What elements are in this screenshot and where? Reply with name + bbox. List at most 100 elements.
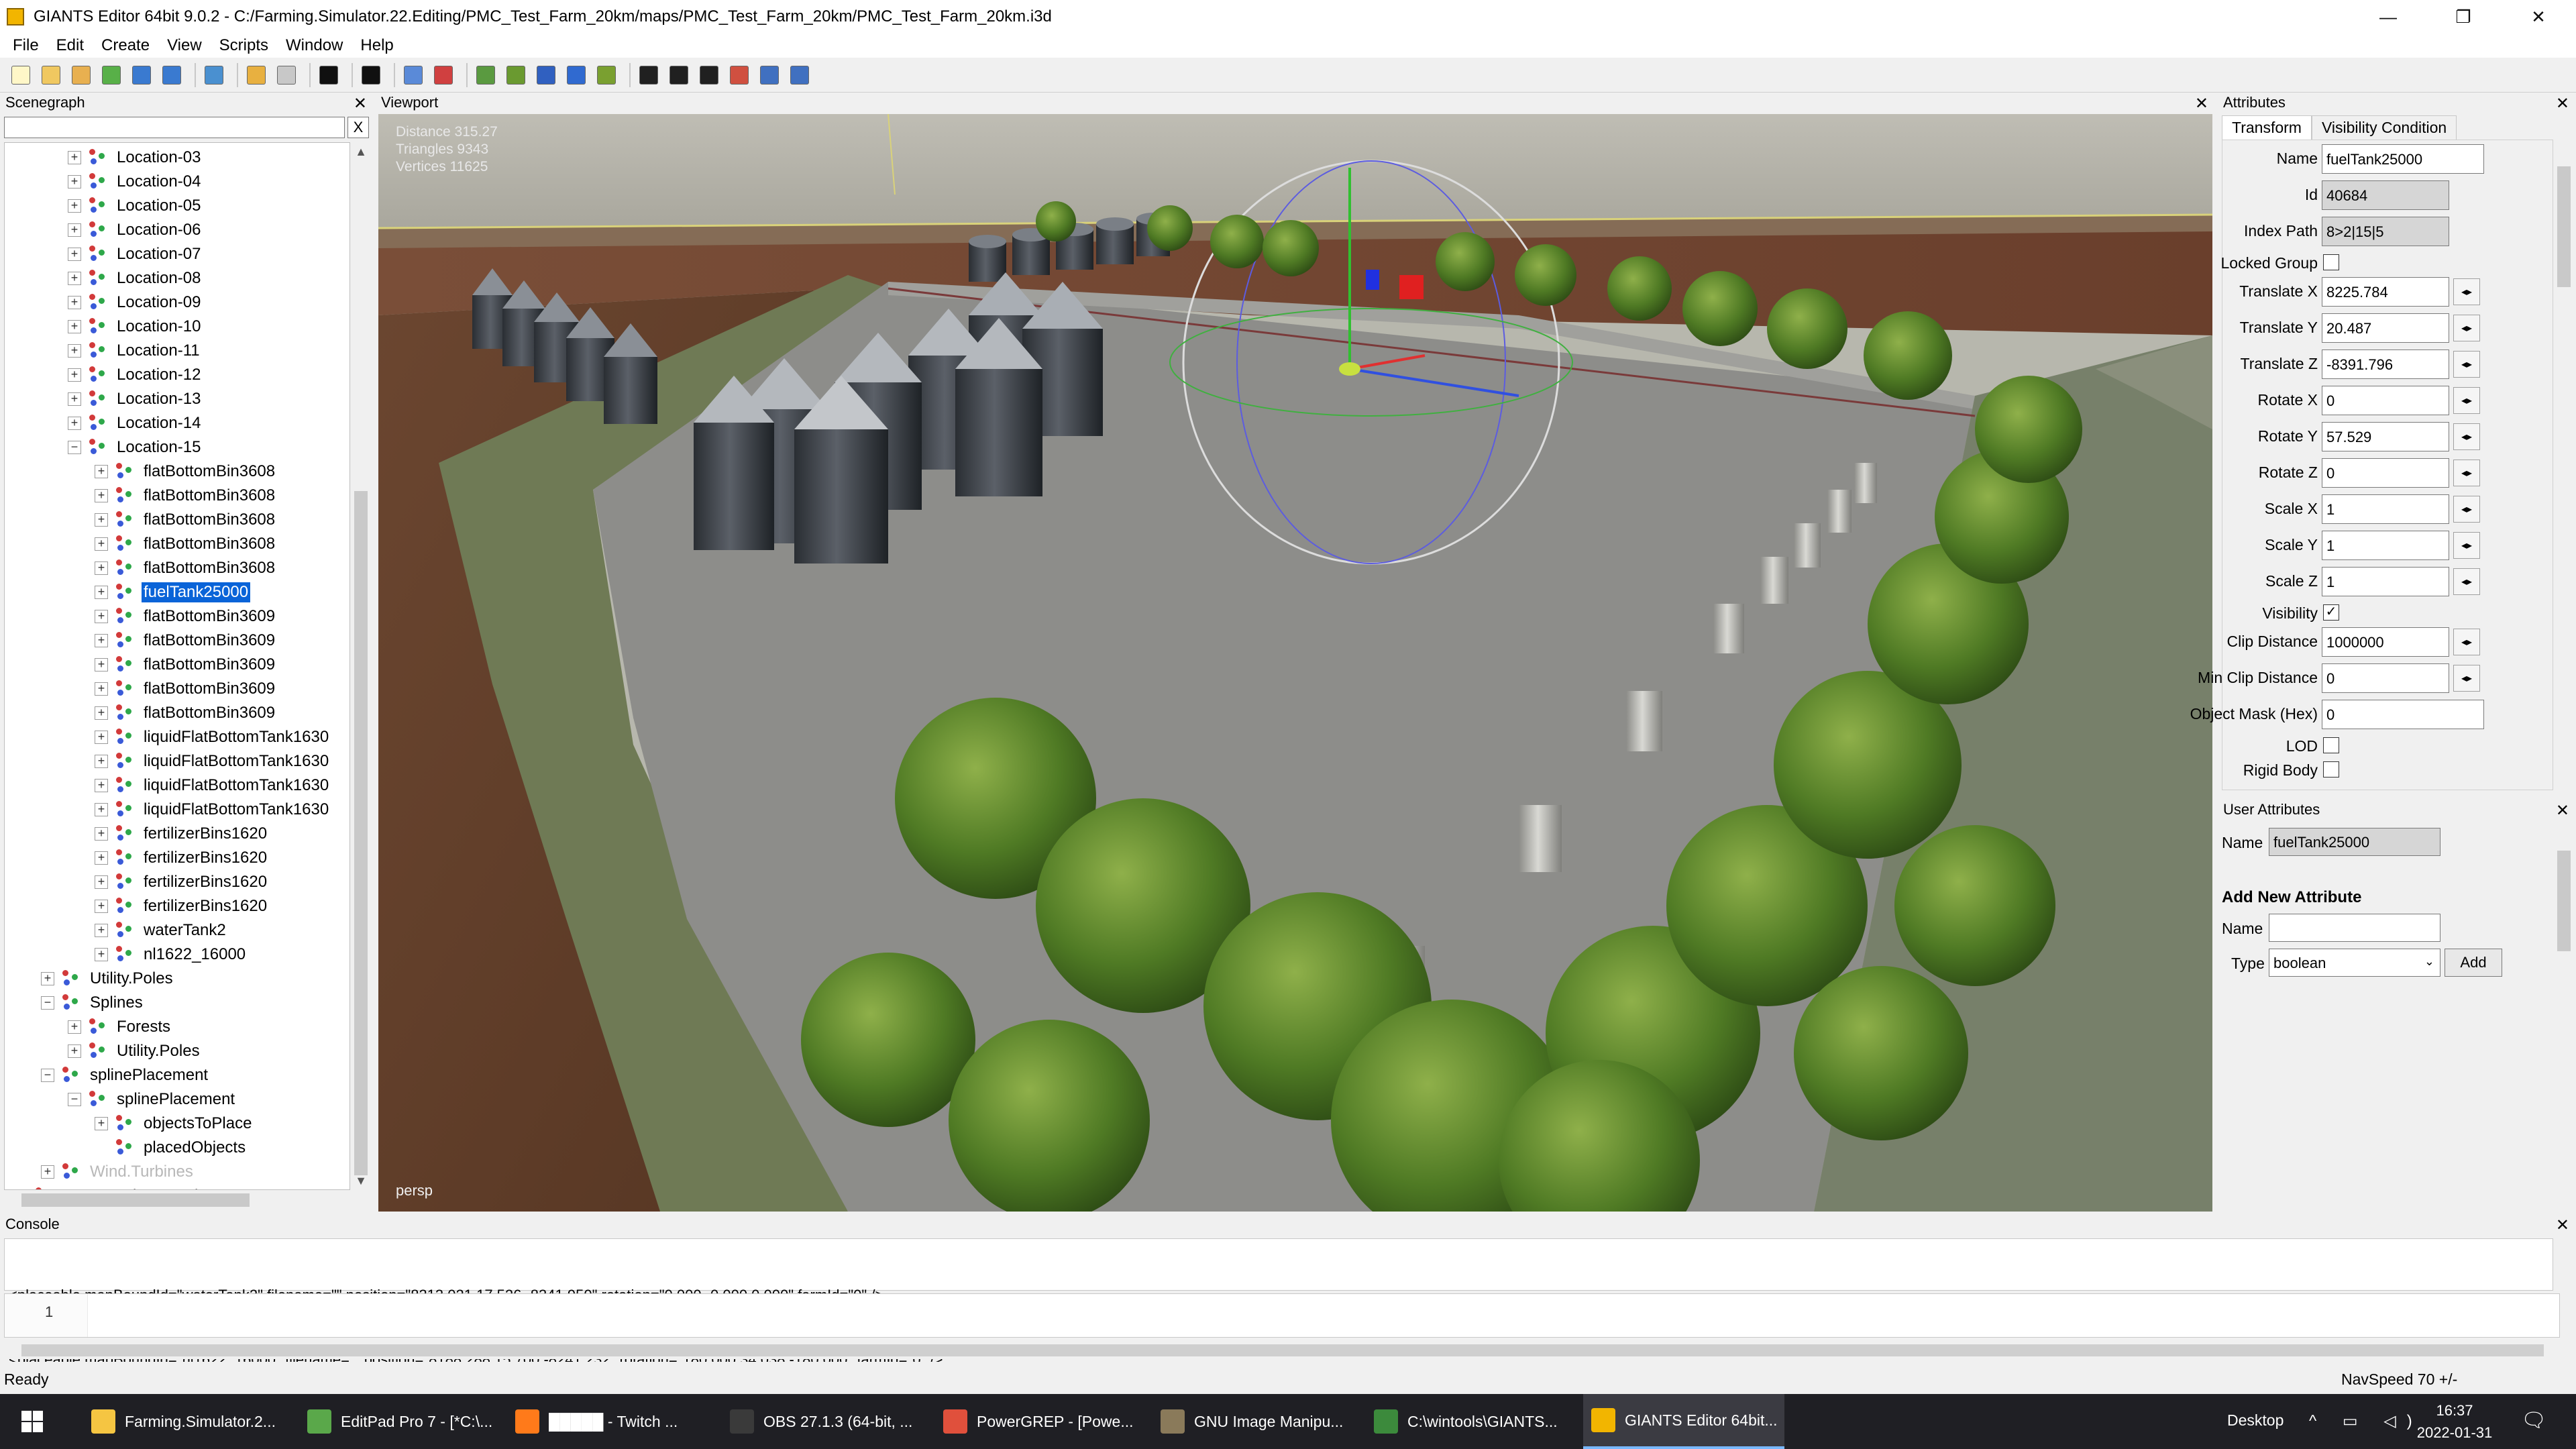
notification-icon[interactable]: 🗨 [2521,1409,2546,1432]
spinner-arrows-icon[interactable]: ◂▸ [2453,629,2480,655]
taskbar-item[interactable]: PowerGREP - [Powe... [935,1394,1136,1449]
ua-new-name-input[interactable] [2269,914,2440,942]
maximize-button[interactable]: ❐ [2426,0,2501,34]
expand-icon[interactable]: + [68,368,81,382]
collapse-icon[interactable]: − [41,996,54,1010]
object-mask-field[interactable]: 0 [2322,700,2484,729]
taskbar-item[interactable]: C:\wintools\GIANTS... [1366,1394,1567,1449]
tab-transform[interactable]: Transform [2222,115,2312,140]
tree-node[interactable]: + fertilizerBins1620 [95,894,269,918]
tree-node[interactable]: + waterTank2 [95,918,228,943]
rotate-icon[interactable] [666,62,692,88]
rotate-z-field[interactable]: 0 [2322,458,2449,488]
expand-icon[interactable]: + [95,827,108,841]
spinner-arrows-icon[interactable]: ◂▸ [2453,496,2480,523]
expand-icon[interactable]: + [68,320,81,333]
translate-y-field[interactable]: 20.487 [2322,313,2449,343]
taskbar-item[interactable]: █████ - Twitch ... [507,1394,708,1449]
clock[interactable]: 16:37 2022-01-31 [2411,1399,2498,1444]
play-icon[interactable] [316,62,341,88]
3d-viewport[interactable]: Distance 315.27 Triangles 9343 Vertices … [378,114,2212,1212]
scroll-thumb[interactable] [2557,166,2571,287]
tree-node[interactable]: + liquidFlatBottomTank1630 [95,725,331,749]
tree-node[interactable]: + fertilizerBins1620 [95,870,269,894]
expand-icon[interactable]: + [95,561,108,575]
tree-node[interactable]: + Location-10 [68,315,203,339]
spinner-arrows-icon[interactable]: ◂▸ [2453,665,2480,692]
save-icon[interactable] [129,62,154,88]
rotate-x-field[interactable]: 0 [2322,386,2449,415]
tree-icon[interactable] [594,62,619,88]
brush-icon[interactable] [533,62,559,88]
taskbar-item[interactable]: GNU Image Manipu... [1152,1394,1354,1449]
ua-type-select[interactable]: boolean ⌄ [2269,949,2440,977]
expand-icon[interactable]: + [95,465,108,478]
settings-icon[interactable] [787,62,812,88]
spinner-arrows-icon[interactable]: ◂▸ [2453,278,2480,305]
locked-group-checkbox[interactable] [2323,254,2339,270]
expand-icon[interactable]: + [95,1117,108,1130]
tree-node[interactable]: + Utility.Poles [68,1039,202,1063]
expand-icon[interactable]: + [95,900,108,913]
tree-node[interactable]: + liquidFlatBottomTank1630 [95,749,331,773]
translate-z-field[interactable]: -8391.796 [2322,350,2449,379]
tree-node[interactable]: + Location-03 [68,146,203,170]
scale-y-field[interactable]: 1 [2322,531,2449,560]
tree-node[interactable]: − splinePlacement [41,1063,210,1087]
expand-icon[interactable]: + [68,1044,81,1058]
scroll-thumb[interactable] [354,491,368,1175]
expand-icon[interactable]: + [95,706,108,720]
eye-icon[interactable] [358,62,384,88]
attributes-close-icon[interactable]: ✕ [2556,94,2569,113]
tree-node[interactable]: + Location-13 [68,387,203,411]
tree-node[interactable]: + Location-14 [68,411,203,435]
expand-icon[interactable]: + [68,175,81,189]
scenegraph-filter-clear-button[interactable]: X [347,117,369,138]
taskbar-item[interactable]: EditPad Pro 7 - [*C:\... [299,1394,494,1449]
scale-icon[interactable] [696,62,722,88]
collapse-icon[interactable]: − [68,1093,81,1106]
minimize-button[interactable]: — [2351,0,2426,34]
menu-view[interactable]: View [158,36,211,55]
console-close-icon[interactable]: ✕ [2556,1216,2569,1235]
tree-node[interactable]: + flatBottomBin3609 [95,604,277,629]
tree-node[interactable]: + Location-04 [68,170,203,194]
spinner-arrows-icon[interactable]: ◂▸ [2453,315,2480,341]
undo-icon[interactable] [244,62,269,88]
tree-node[interactable]: + Forests [68,1015,172,1039]
expand-icon[interactable]: + [95,537,108,551]
expand-icon[interactable]: + [95,658,108,672]
desktop-toolbar[interactable]: Desktop [2227,1411,2284,1430]
spinner-arrows-icon[interactable]: ◂▸ [2453,351,2480,378]
min-clip-distance-field[interactable]: 0 [2322,663,2449,693]
tree-node[interactable]: +Farm.yards.trees.done [14,1184,227,1189]
foliage-icon[interactable] [503,62,529,88]
tree-node[interactable]: + Location-09 [68,290,203,315]
tree-node[interactable]: + fertilizerBins1620 [95,822,269,846]
taskbar-item[interactable]: GIANTS Editor 64bit... [1583,1394,1784,1449]
redo-icon[interactable] [274,62,299,88]
scroll-thumb[interactable] [2557,851,2571,951]
tree-node[interactable]: + nl1622_16000 [95,943,248,967]
scenegraph-filter-input[interactable] [4,117,345,138]
expand-icon[interactable]: + [68,199,81,213]
tree-node[interactable]: + Location-06 [68,218,203,242]
tree-node[interactable]: + flatBottomBin3608 [95,508,277,532]
expand-icon[interactable]: + [95,682,108,696]
export-icon[interactable] [159,62,184,88]
tree-node[interactable]: + flatBottomBin3609 [95,701,277,725]
tree-node[interactable]: + Location-12 [68,363,203,387]
expand-icon[interactable]: + [95,924,108,937]
expand-icon[interactable]: + [68,392,81,406]
tree-node[interactable]: + fuelTank25000 [95,580,252,604]
tree-node[interactable]: + objectsToPlace [95,1112,254,1136]
tray-icons[interactable]: ^ ▭ ◁) [2309,1411,2423,1431]
tab-visibility-condition[interactable]: Visibility Condition [2311,115,2457,140]
console-horizontal-scrollbar[interactable] [4,1342,2560,1359]
spinner-arrows-icon[interactable]: ◂▸ [2453,568,2480,595]
tree-node[interactable]: + liquidFlatBottomTank1630 [95,773,331,798]
expand-icon[interactable]: + [95,586,108,599]
expand-icon[interactable]: + [68,1020,81,1034]
expand-icon[interactable]: + [95,948,108,961]
expand-icon[interactable]: + [95,731,108,744]
